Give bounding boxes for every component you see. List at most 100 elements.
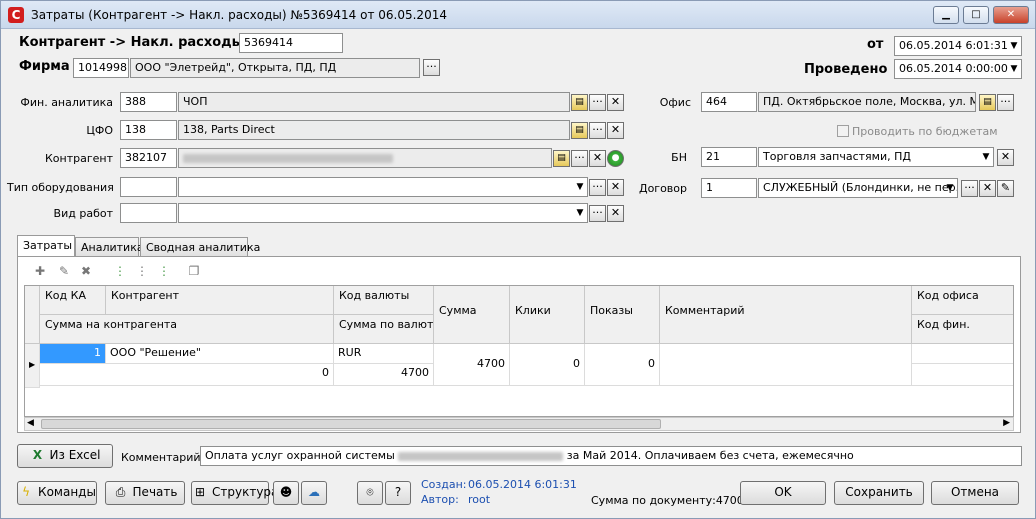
chevron-down-icon[interactable]: ▼ — [943, 179, 957, 197]
fin-code-field[interactable]: 388 — [120, 92, 177, 112]
column-header-currency-code[interactable]: Код валюты — [334, 286, 434, 315]
comment-field[interactable]: Оплата услуг охранной системы за Май 201… — [200, 446, 1022, 466]
cell-kod-ka[interactable]: 1 — [40, 344, 106, 364]
chevron-down-icon[interactable]: ▼ — [573, 204, 587, 222]
cell-contractor[interactable]: ООО "Решение" — [106, 344, 334, 364]
column-header-views[interactable]: Показы — [585, 286, 660, 344]
contract-clear-button[interactable]: ✕ — [979, 180, 996, 197]
fin-card-icon[interactable]: ▤ — [571, 94, 588, 111]
equipment-select-button[interactable]: ··· — [589, 179, 606, 196]
tree-expand-icon[interactable]: ⋮ — [112, 264, 128, 280]
horizontal-scrollbar[interactable]: ◀ ▶ — [24, 417, 1014, 431]
firm-select-button[interactable]: ··· — [423, 59, 440, 76]
cell-fin-code[interactable] — [912, 364, 1013, 386]
column-header-sum[interactable]: Сумма — [434, 286, 510, 344]
cell-views[interactable]: 0 — [585, 344, 660, 386]
contract-select-button[interactable]: ··· — [961, 180, 978, 197]
office-code-field[interactable]: 464 — [701, 92, 757, 112]
commands-button[interactable]: ϟ Команды — [17, 481, 97, 505]
tab-analytics[interactable]: Аналитика — [75, 237, 144, 257]
from-excel-button[interactable]: X Из Excel — [17, 444, 113, 468]
cell-currency-code[interactable]: RUR — [334, 344, 434, 364]
column-header-contractor[interactable]: Контрагент — [106, 286, 334, 315]
work-select-button[interactable]: ··· — [589, 205, 606, 222]
structure-label: Структура — [212, 485, 279, 499]
equipment-code-field[interactable] — [120, 177, 177, 197]
office-card-icon[interactable]: ▤ — [979, 94, 996, 111]
cell-sum-on-contractor[interactable]: 0 — [40, 364, 334, 386]
contractor-card-icon[interactable]: ▤ — [553, 150, 570, 167]
column-header-kod-ka[interactable]: Код КА — [40, 286, 106, 315]
fin-name-field: ЧОП — [178, 92, 570, 112]
tree-level-icon[interactable]: ⋮ — [156, 264, 172, 280]
cancel-button[interactable]: Отмена — [931, 481, 1019, 505]
cell-comment[interactable] — [660, 344, 912, 386]
office-select-button[interactable]: ··· — [997, 94, 1014, 111]
chevron-down-icon[interactable]: ▼ — [1007, 60, 1021, 78]
budget-checkbox[interactable] — [837, 125, 849, 137]
cfo-label: ЦФО — [86, 124, 113, 137]
pencil-icon[interactable]: ✎ — [997, 180, 1014, 197]
date-field[interactable]: 06.05.2014 6:01:31 — [894, 36, 1022, 56]
work-clear-button[interactable]: ✕ — [607, 205, 624, 222]
work-code-field[interactable] — [120, 203, 177, 223]
column-header-clicks[interactable]: Клики — [510, 286, 585, 344]
cfo-code-field[interactable]: 138 — [120, 120, 177, 140]
ok-button[interactable]: OK — [740, 481, 826, 505]
fin-clear-button[interactable]: ✕ — [607, 94, 624, 111]
doc-number-field[interactable]: 5369414 — [239, 33, 343, 53]
chevron-down-icon[interactable]: ▼ — [1007, 37, 1021, 55]
cfo-card-icon[interactable]: ▤ — [571, 122, 588, 139]
contract-code-field[interactable]: 1 — [701, 178, 757, 198]
delete-row-icon[interactable]: ✖ — [78, 264, 94, 280]
chat-icon-button[interactable]: ☁ — [301, 481, 327, 505]
equipment-name-field[interactable] — [178, 177, 588, 197]
scroll-left-icon[interactable]: ◀ — [27, 418, 34, 428]
work-name-field[interactable] — [178, 203, 588, 223]
cfo-select-button[interactable]: ··· — [589, 122, 606, 139]
commands-label: Команды — [38, 485, 96, 499]
save-button[interactable]: Сохранить — [834, 481, 924, 505]
contractor-clear-button[interactable]: ✕ — [589, 150, 606, 167]
close-button[interactable]: ✕ — [993, 6, 1029, 24]
cell-sum[interactable]: 4700 — [434, 344, 510, 386]
posted-date-field[interactable]: 06.05.2014 0:00:00 — [894, 59, 1022, 79]
tab-summary-analytics[interactable]: Сводная аналитика — [140, 237, 260, 257]
contractor-code-field[interactable]: 382107 — [120, 148, 177, 168]
copy-icon[interactable]: ❐ — [186, 264, 202, 280]
contractor-select-button[interactable]: ··· — [571, 150, 588, 167]
column-header-fin-code[interactable]: Код фин. — [912, 315, 1013, 344]
cfo-clear-button[interactable]: ✕ — [607, 122, 624, 139]
column-header-office-code[interactable]: Код офиса — [912, 286, 1013, 315]
tab-costs[interactable]: Затраты — [17, 235, 75, 257]
bn-clear-button[interactable]: ✕ — [997, 149, 1014, 166]
cell-office-code[interactable] — [912, 344, 1013, 364]
edit-row-icon[interactable]: ✎ — [56, 264, 72, 280]
equipment-clear-button[interactable]: ✕ — [607, 179, 624, 196]
users-icon-button[interactable]: ☻ — [273, 481, 299, 505]
new-row-icon[interactable]: ✚ — [32, 264, 48, 280]
chevron-down-icon[interactable]: ▼ — [573, 178, 587, 196]
structure-button[interactable]: ⊞ Структура — [191, 481, 278, 505]
column-header-sum-in-currency[interactable]: Сумма по валюте — [334, 315, 434, 344]
cell-clicks[interactable]: 0 — [510, 344, 585, 386]
date-value: 06.05.2014 6:01:31 — [899, 39, 1008, 52]
bn-name-field[interactable]: Торговля запчастями, ПД — [758, 147, 994, 167]
maximize-button[interactable]: □ — [963, 6, 989, 24]
help-button[interactable]: ? — [385, 481, 411, 505]
print-button[interactable]: ⎙ Печать — [105, 481, 185, 505]
contractor-go-icon[interactable]: ● — [607, 150, 624, 167]
firm-code-field[interactable]: 1014998 — [73, 58, 129, 78]
fin-select-button[interactable]: ··· — [589, 94, 606, 111]
contract-name-field[interactable]: СЛУЖЕБНЫЙ (Блондинки, не пер... — [758, 178, 958, 198]
minimize-button[interactable]: ▁ — [933, 6, 959, 24]
cell-sum-in-currency[interactable]: 4700 — [334, 364, 434, 386]
bn-code-field[interactable]: 21 — [701, 147, 757, 167]
chevron-down-icon[interactable]: ▼ — [979, 148, 993, 166]
scroll-thumb[interactable] — [41, 419, 661, 429]
scroll-right-icon[interactable]: ▶ — [1003, 418, 1010, 428]
attach-button[interactable]: ⌾ — [357, 481, 383, 505]
column-header-comment[interactable]: Комментарий — [660, 286, 912, 344]
column-header-sum-on-contractor[interactable]: Сумма на контрагента — [40, 315, 334, 344]
tree-collapse-icon[interactable]: ⋮ — [134, 264, 150, 280]
